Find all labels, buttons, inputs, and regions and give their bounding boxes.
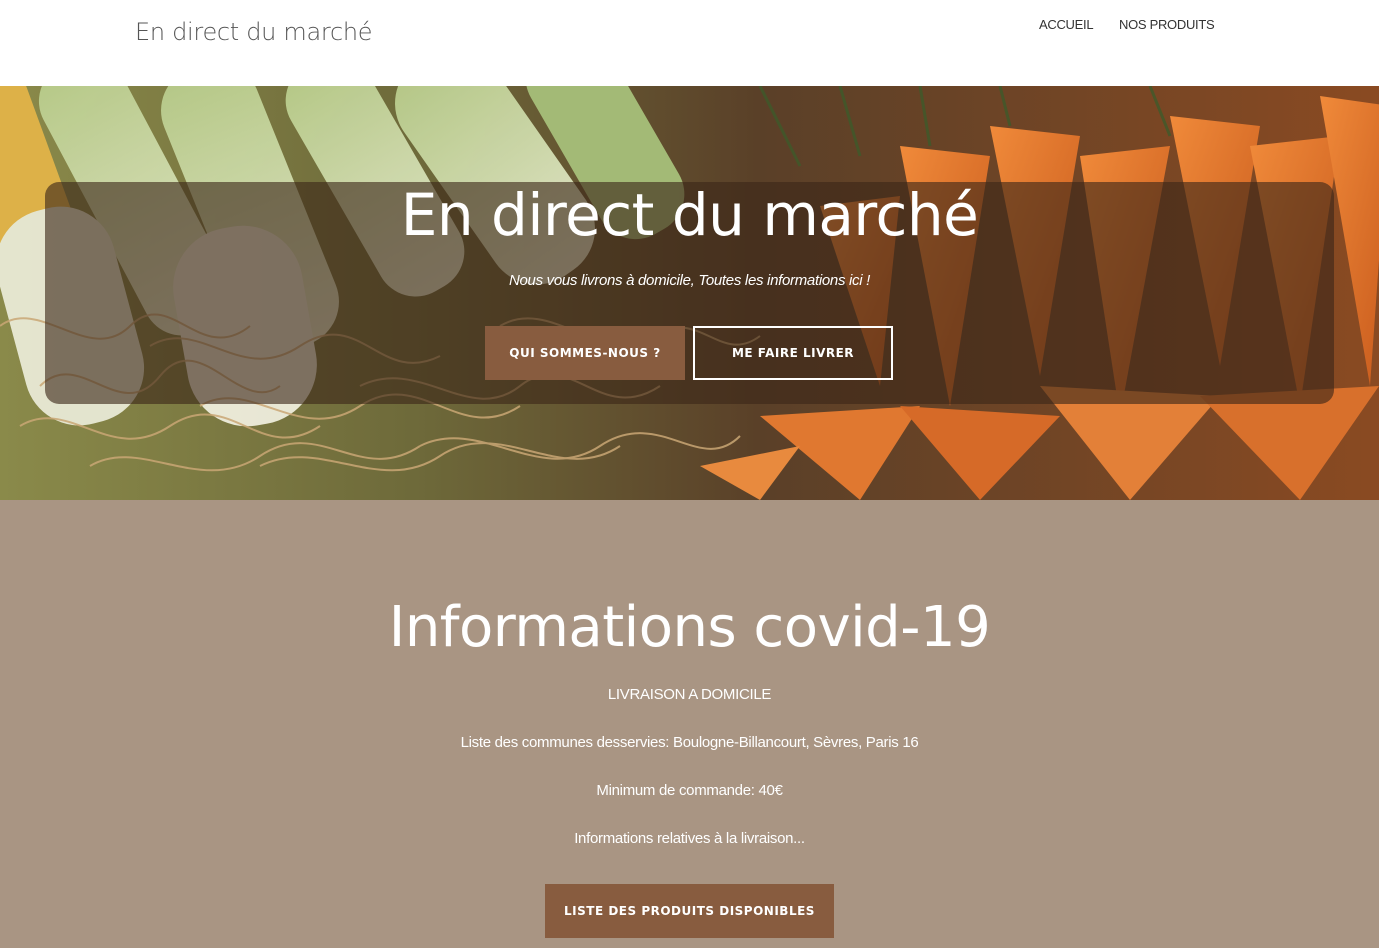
delivery-info-text: Informations relatives à la livraison... <box>574 830 805 847</box>
site-title[interactable]: En direct du marché <box>135 18 373 46</box>
hero-section: En direct du marché Nous vous livrons à … <box>0 86 1379 500</box>
covid-info-section: Informations covid-19 LIVRAISON A DOMICI… <box>0 500 1379 948</box>
available-products-button[interactable]: LISTE DES PRODUITS DISPONIBLES <box>545 884 834 938</box>
get-delivered-button[interactable]: ME FAIRE LIVRER <box>693 326 893 380</box>
hero-subtitle: Nous vous livrons à domicile, Toutes les… <box>508 272 871 289</box>
site-header: En direct du marché ACCUEIL NOS PRODUITS <box>0 0 1379 86</box>
hero-overlay-panel: En direct du marché Nous vous livrons à … <box>45 182 1334 404</box>
nav-home-link[interactable]: ACCUEIL <box>1039 17 1094 32</box>
minimum-order-text: Minimum de commande: 40€ <box>596 782 783 799</box>
delivery-heading: LIVRAISON A DOMICILE <box>607 686 772 703</box>
hero-title: En direct du marché <box>400 181 979 249</box>
nav-products-link[interactable]: NOS PRODUITS <box>1119 17 1215 32</box>
covid-info-title: Informations covid-19 <box>388 595 991 660</box>
delivery-areas-text: Liste des communes desservies: Boulogne-… <box>460 734 919 751</box>
about-us-button[interactable]: QUI SOMMES-NOUS ? <box>485 326 685 380</box>
